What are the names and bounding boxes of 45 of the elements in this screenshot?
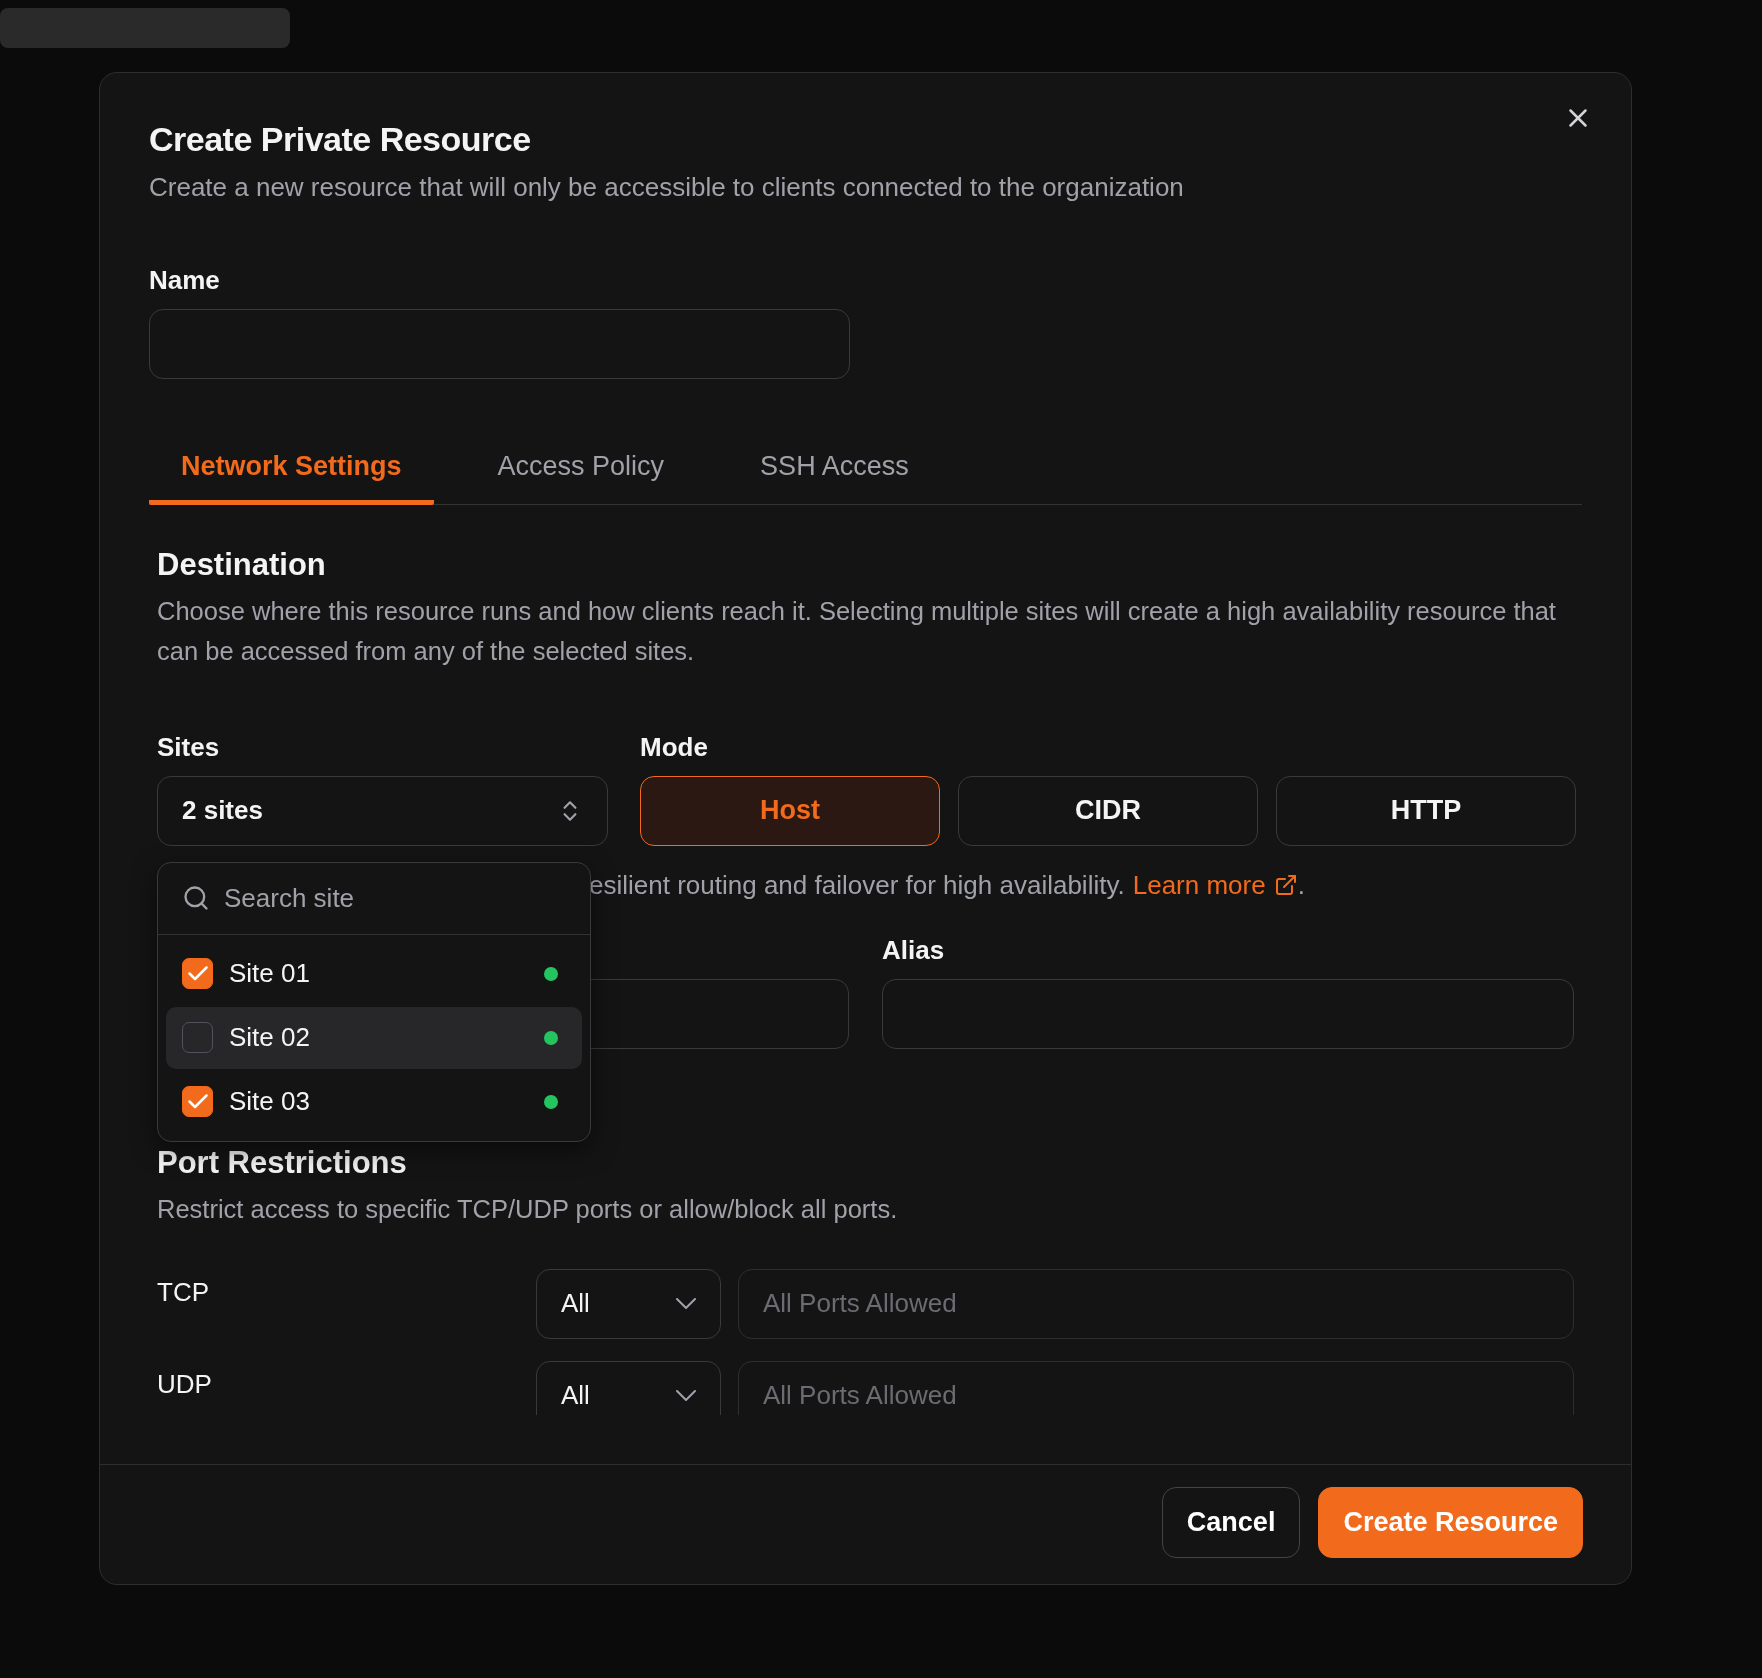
sites-select[interactable]: 2 sites [157, 775, 608, 846]
checkbox[interactable] [182, 1022, 213, 1053]
field-label: Alias [882, 933, 946, 967]
section-description: Restrict access to specific TCP/UDP ports or allow/block all ports. [157, 1193, 899, 1225]
section-description: Choose where this resource runs and how clients reach it. Selecting multiple sites will create a high availability resource that can be accessed from any of the selected sites. [157, 595, 1557, 667]
checkbox[interactable] [182, 1086, 213, 1117]
section-heading: Destination [157, 545, 327, 584]
search-icon [182, 884, 210, 912]
mode-button[interactable]: Host [640, 775, 940, 846]
field-label: Name [149, 264, 221, 297]
site-option[interactable]: Site 03 [166, 1070, 582, 1133]
tab[interactable]: SSH Access [728, 451, 941, 505]
protocol-label: TCP [157, 1275, 210, 1308]
ports-field[interactable]: All Ports Allowed [738, 1360, 1574, 1415]
search-field[interactable]: Search site [224, 882, 544, 914]
site-name: Site 01 [229, 958, 311, 989]
checkbox[interactable] [182, 958, 213, 989]
ports-field[interactable]: All Ports Allowed [738, 1268, 1574, 1339]
site-name: Site 02 [229, 1022, 311, 1053]
tab[interactable]: Access Policy [465, 451, 697, 505]
dialog-title: Create Private Resource [149, 119, 532, 160]
mode-button[interactable]: HTTP [1276, 775, 1576, 846]
alias-field[interactable] [882, 978, 1574, 1049]
name-field[interactable] [149, 309, 850, 379]
section-heading: Port Restrictions [157, 1143, 408, 1182]
port-mode-select[interactable]: All [536, 1268, 721, 1339]
chevron-down-icon [676, 1298, 696, 1309]
site-name: Site 03 [229, 1086, 311, 1117]
port-mode-select[interactable]: All [536, 1360, 721, 1415]
chevron-down-icon [676, 1390, 696, 1401]
site-option[interactable]: Site 01 [166, 942, 582, 1005]
field-label: Mode [640, 730, 709, 764]
cancel-button[interactable]: Cancel [1161, 1487, 1301, 1558]
mode-button[interactable]: CIDR [958, 775, 1258, 846]
hint-text: . [1297, 869, 1305, 900]
site-option[interactable]: Site 02 [166, 1006, 582, 1069]
tab[interactable]: Network Settings [149, 451, 434, 505]
check-icon [187, 966, 208, 981]
external-link-icon [1273, 872, 1298, 897]
protocol-label: UDP [157, 1367, 213, 1400]
hint-text: esilient routing and failover for high availability. [589, 869, 1125, 900]
check-icon [187, 1094, 208, 1109]
dialog-subtitle: Create a new resource that will only be accessible to clients connected to the organization [149, 171, 1185, 204]
learn-more-link[interactable]: Learn more [1132, 866, 1298, 903]
field-label: Sites [157, 730, 221, 764]
